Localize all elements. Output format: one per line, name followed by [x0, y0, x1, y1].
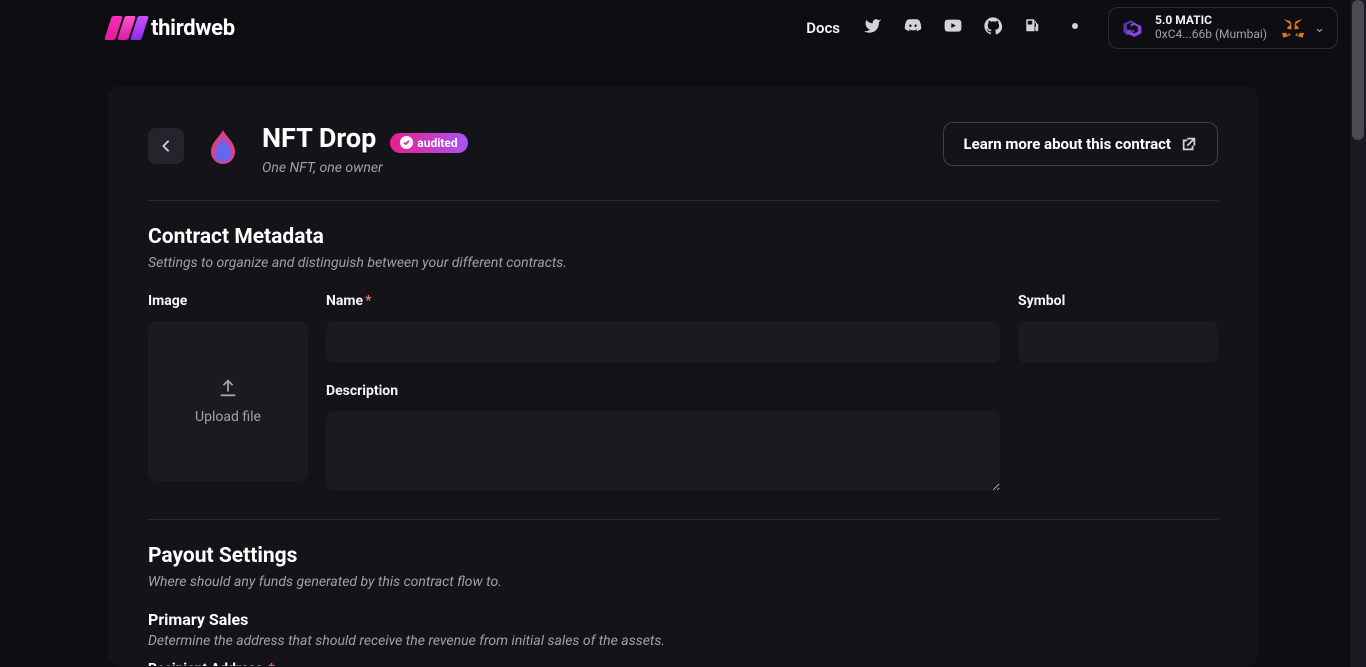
metadata-form: Image Upload file Name* Description Symb…	[148, 293, 1218, 495]
name-input[interactable]	[326, 321, 1000, 363]
upload-file-box[interactable]: Upload file	[148, 321, 308, 481]
symbol-input[interactable]	[1018, 321, 1218, 363]
title-left: NFT Drop audited One NFT, one owner	[148, 122, 468, 176]
gas-icon[interactable]	[1024, 17, 1042, 39]
brand-name: thirdweb	[151, 16, 235, 41]
metadata-desc: Settings to organize and distinguish bet…	[148, 255, 1218, 271]
learn-more-button[interactable]: Learn more about this contract	[943, 122, 1218, 166]
main-panel: NFT Drop audited One NFT, one owner Lear…	[108, 86, 1258, 666]
wallet-button[interactable]: 5.0 MATIC 0xC4...66b (Mumbai) ⌄	[1108, 7, 1338, 49]
wallet-balance: 5.0 MATIC	[1155, 14, 1272, 28]
twitter-icon[interactable]	[864, 17, 882, 39]
primary-sales-title: Primary Sales	[148, 610, 1218, 629]
symbol-label: Symbol	[1018, 293, 1218, 309]
nav-right: Docs 5.0 MATIC 0xC4...66b (Mumbai) ⌄	[806, 7, 1338, 49]
nav-icons	[864, 17, 1042, 39]
divider	[148, 519, 1218, 520]
primary-sales-block: Primary Sales Determine the address that…	[148, 610, 1218, 666]
payout-header: Payout Settings Where should any funds g…	[148, 544, 1218, 590]
contract-subtitle: One NFT, one owner	[262, 160, 468, 176]
upload-icon	[217, 377, 239, 399]
title-row: NFT Drop audited One NFT, one owner Lear…	[148, 122, 1218, 176]
metadata-header: Contract Metadata Settings to organize a…	[148, 225, 1218, 271]
description-input[interactable]	[326, 411, 1000, 491]
back-button[interactable]	[148, 128, 184, 164]
name-label: Name*	[326, 293, 1000, 309]
top-header: thirdweb Docs 5.0 MATIC 0xC4...66b (Mumb…	[0, 0, 1366, 56]
name-desc-column: Name* Description	[326, 293, 1000, 495]
polygon-icon	[1121, 19, 1145, 37]
contract-title: NFT Drop	[262, 122, 376, 154]
primary-sales-desc: Determine the address that should receiv…	[148, 633, 1218, 649]
wallet-address: 0xC4...66b (Mumbai)	[1155, 28, 1272, 42]
scrollbar-thumb[interactable]	[1352, 0, 1364, 140]
divider	[148, 200, 1218, 201]
github-icon[interactable]	[984, 17, 1002, 39]
discord-icon[interactable]	[904, 17, 922, 39]
payout-heading: Payout Settings	[148, 544, 1218, 568]
learn-more-label: Learn more about this contract	[964, 135, 1171, 153]
metamask-icon	[1282, 17, 1304, 39]
description-label: Description	[326, 383, 1000, 399]
image-label: Image	[148, 293, 308, 309]
payout-desc: Where should any funds generated by this…	[148, 574, 1218, 590]
docs-link[interactable]: Docs	[806, 19, 840, 37]
theme-toggle-icon[interactable]	[1066, 17, 1084, 39]
symbol-column: Symbol	[1018, 293, 1218, 495]
brand-logo[interactable]: thirdweb	[108, 16, 235, 41]
audited-label: audited	[417, 136, 457, 150]
contract-type-icon	[202, 126, 244, 168]
payout-section: Payout Settings Where should any funds g…	[148, 544, 1218, 666]
scrollbar-track[interactable]	[1350, 0, 1366, 667]
upload-label: Upload file	[195, 409, 261, 425]
chevron-down-icon: ⌄	[1314, 21, 1325, 36]
external-link-icon	[1181, 136, 1197, 152]
youtube-icon[interactable]	[944, 17, 962, 39]
recipient-label: Recipient Address *	[148, 661, 1218, 666]
image-column: Image Upload file	[148, 293, 308, 495]
check-icon	[400, 136, 413, 149]
title-info: NFT Drop audited One NFT, one owner	[262, 122, 468, 176]
metadata-heading: Contract Metadata	[148, 225, 1218, 249]
wallet-info: 5.0 MATIC 0xC4...66b (Mumbai)	[1155, 14, 1272, 42]
logo-mark-icon	[108, 16, 145, 40]
audited-badge: audited	[390, 133, 467, 153]
